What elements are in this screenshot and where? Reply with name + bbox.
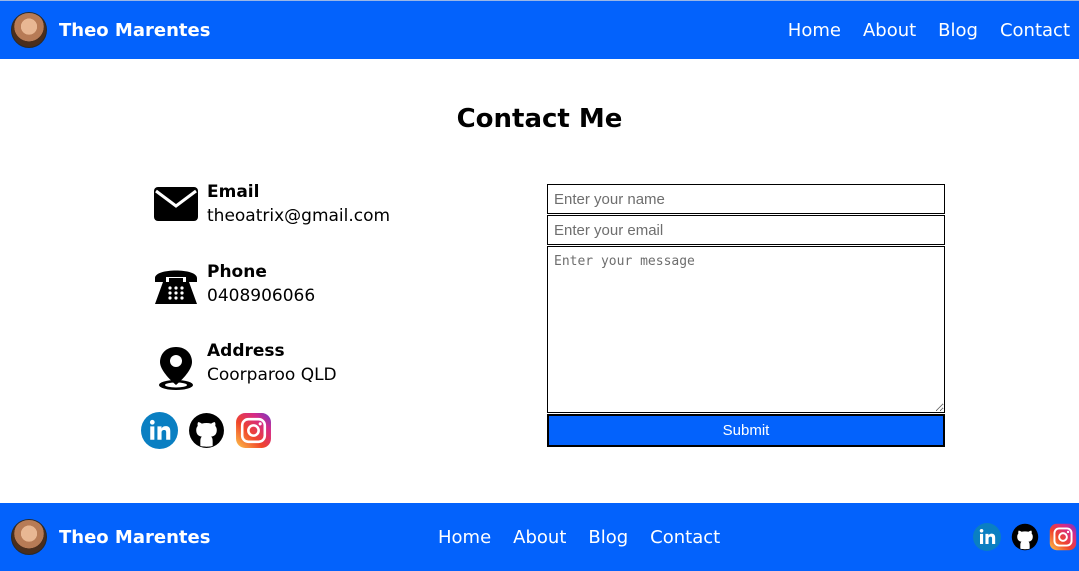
email-label: Email (207, 182, 260, 202)
address-label: Address (207, 341, 285, 361)
footer-instagram-icon[interactable] (1049, 523, 1077, 551)
email-value: theoatrix@gmail.com (207, 206, 391, 226)
nav-link-home[interactable]: Home (788, 20, 841, 41)
page-title: Contact Me (456, 104, 623, 134)
nav-link-blog[interactable]: Blog (938, 20, 978, 41)
phone-label: Phone (207, 262, 267, 282)
footer-linkedin-icon[interactable] (973, 523, 1001, 551)
footer-link-contact[interactable]: Contact (650, 527, 720, 548)
footer-social-links (963, 523, 1077, 551)
avatar (11, 12, 47, 48)
footer-brand-name: Theo Marentes (59, 526, 211, 548)
linkedin-icon[interactable] (141, 412, 178, 449)
footer-link-about[interactable]: About (513, 527, 566, 548)
nav-link-about[interactable]: About (863, 20, 916, 41)
nav-links: Home About Blog Contact (766, 20, 1070, 41)
brand[interactable]: Theo Marentes (11, 12, 210, 48)
nav-link-contact[interactable]: Contact (1000, 20, 1070, 41)
footer: Theo Marentes Home About Blog Contact (0, 503, 1079, 571)
address-value: Coorparoo QLD (207, 365, 337, 385)
top-navbar: Theo Marentes Home About Blog Contact (0, 0, 1079, 59)
social-links (141, 412, 282, 449)
message-textarea[interactable] (547, 246, 945, 413)
contact-email: Email theoatrix@gmail.com (152, 180, 390, 234)
contact-form: Submit (547, 184, 945, 447)
footer-link-blog[interactable]: Blog (588, 527, 628, 548)
instagram-icon[interactable] (235, 412, 272, 449)
envelope-icon (152, 186, 200, 234)
footer-github-icon[interactable] (1011, 523, 1039, 551)
phone-value: 0408906066 (207, 286, 316, 306)
brand-name: Theo Marentes (59, 19, 211, 41)
footer-avatar (11, 519, 47, 555)
footer-nav: Home About Blog Contact (438, 527, 742, 548)
contact-phone: Phone 0408906066 (152, 260, 315, 314)
footer-link-home[interactable]: Home (438, 527, 491, 548)
map-pin-icon (152, 345, 200, 393)
contact-address: Address Coorparoo QLD (152, 339, 337, 393)
footer-brand[interactable]: Theo Marentes (11, 519, 210, 555)
submit-button[interactable]: Submit (547, 414, 945, 447)
telephone-icon (152, 266, 200, 314)
name-input[interactable] (547, 184, 945, 214)
github-icon[interactable] (188, 412, 225, 449)
email-input[interactable] (547, 215, 945, 245)
